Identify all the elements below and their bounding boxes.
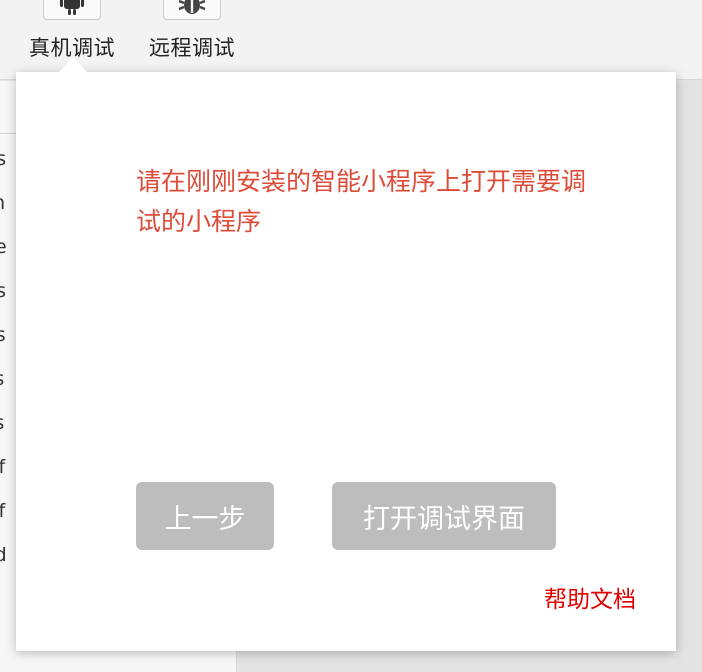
- device-debug-button[interactable]: 真机调试: [22, 0, 122, 62]
- bug-icon: [163, 0, 221, 20]
- popover-arrow: [58, 57, 88, 73]
- toolbar: 真机调试 远程调试: [0, 0, 702, 80]
- remote-debug-button[interactable]: 远程调试: [142, 0, 242, 62]
- help-docs-link[interactable]: 帮助文档: [544, 580, 636, 614]
- device-debug-popover: 请在刚刚安装的智能小程序上打开需要调试的小程序 上一步 打开调试界面 帮助文档: [16, 72, 676, 651]
- open-debug-interface-button[interactable]: 打开调试界面: [332, 482, 556, 550]
- instruction-text: 请在刚刚安装的智能小程序上打开需要调试的小程序: [136, 167, 587, 236]
- remote-debug-label: 远程调试: [149, 36, 235, 60]
- android-icon: [43, 0, 101, 20]
- previous-step-button[interactable]: 上一步: [136, 482, 274, 550]
